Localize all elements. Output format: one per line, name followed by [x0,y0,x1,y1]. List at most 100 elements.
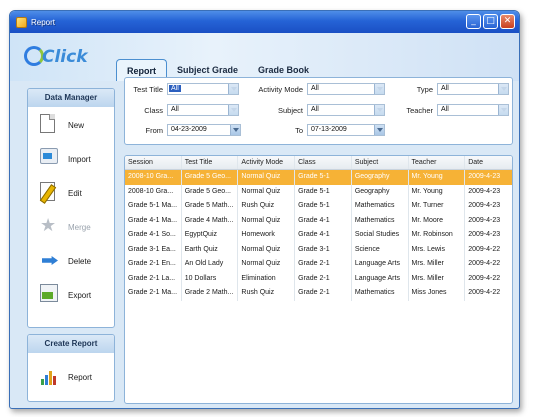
table-row[interactable]: 2008-10 Gra... Grade 5 Geo... Normal Quiz G… [125,184,512,199]
new-document-icon [40,114,55,133]
activity-mode-select[interactable]: All [307,83,385,95]
column-header-test-title[interactable]: Test Title [182,156,239,169]
logo: Click [20,43,100,73]
table-cell: Mr. Robinson [409,228,466,243]
import-button[interactable]: Import [28,143,114,175]
table-cell: Mr. Turner [409,199,466,214]
edit-button[interactable]: Edit [28,177,114,209]
table-cell: Grade 5-1 [295,184,352,199]
table-cell: Mathematics [352,199,409,214]
table-cell: Grade 4-1 Ma... [125,213,182,228]
export-icon [40,284,58,302]
close-button[interactable]: ✕ [500,14,515,29]
class-label: Class [144,106,163,115]
filter-panel: Test Title All Activity Mode All Type Al… [124,77,513,145]
type-value: All [441,85,449,92]
title-bar[interactable]: Report _ □ ✕ [10,11,519,33]
table-cell: 2009-4-22 [468,245,501,253]
table-row[interactable]: Grade 5-1 Ma... Grade 5 Math... Rush Quiz G… [125,199,512,214]
column-header-activity-mode[interactable]: Activity Mode [238,156,296,169]
header-banner: Click Report Subject Grade Grade Book [10,33,519,81]
table-cell: Grade 5 Math... [182,199,239,214]
table-cell: Grade 5-1 [295,199,352,214]
table-cell: Earth Quiz [182,242,239,257]
table-cell: 10 Dollars [182,271,239,286]
table-cell: Grade 3-1 Ea... [125,242,182,257]
logo-ring-icon [24,46,44,66]
table-row[interactable]: Grade 4-1 So... EgyptQuiz Homework Grade 4-… [125,228,512,243]
chevron-down-icon [374,84,384,94]
table-cell: Mathematics [352,213,409,228]
table-cell: 2009-4-22 [468,289,501,296]
table-cell: Geography [352,184,409,199]
app-icon [16,16,27,28]
report-button[interactable]: Report [28,361,114,393]
import-label: Import [68,154,91,164]
table-cell: Grade 4-1 [295,228,352,243]
merge-label: Merge [68,222,91,232]
export-button[interactable]: Export [28,279,114,311]
data-manager-title: Data Manager [28,89,114,107]
table-cell: Elimination [238,271,296,286]
teacher-select[interactable]: All [437,104,509,116]
report-table: Session Test Title Activity Mode Class S… [124,155,513,404]
from-date-picker[interactable]: 04-23-2009 [167,124,241,136]
new-button[interactable]: New [28,109,114,141]
edit-pencil-icon [40,182,55,201]
table-cell: Normal Quiz [238,170,296,185]
class-value: All [171,106,179,113]
table-cell: Grade 5 Geo... [182,184,239,199]
merge-button[interactable]: ★ Merge [28,211,114,243]
new-label: New [68,120,85,130]
table-cell: 2008-10 Gra... [125,184,182,199]
type-label: Type [416,85,433,94]
column-header-subject[interactable]: Subject [352,156,409,169]
class-select[interactable]: All [167,104,239,116]
teacher-value: All [441,106,449,113]
subject-select[interactable]: All [307,104,385,116]
data-manager-panel: Data Manager New Import Edit ★ Merge Del… [27,88,115,328]
table-cell: An Old Lady [182,257,239,272]
table-cell: 2009-4-23 [468,216,501,224]
table-cell: 2009-4-22 [468,260,501,267]
table-cell: Social Studies [352,228,409,243]
table-row[interactable]: Grade 2-1 Ma... Grade 2 Math... Rush Quiz G… [125,286,512,301]
import-icon [40,148,58,164]
chevron-down-icon [230,125,240,135]
table-cell: Rush Quiz [238,286,296,301]
delete-button[interactable]: Delete [28,245,114,277]
test-title-label: Test Title [133,85,163,94]
activity-mode-value: All [311,85,319,92]
table-row[interactable]: Grade 3-1 Ea... Earth Quiz Normal Quiz Grad… [125,242,512,257]
table-cell: Miss Jones [409,286,466,301]
chevron-down-icon [228,84,238,94]
table-cell: Grade 2-1 En... [125,257,182,272]
table-row[interactable]: Grade 2-1 La... 10 Dollars Elimination Grad… [125,271,512,286]
table-cell: Mrs. Lewis [409,242,466,257]
table-cell: Grade 2-1 Ma... [125,286,182,301]
chevron-down-icon [498,84,508,94]
table-cell: Mathematics [352,286,409,301]
test-title-select[interactable]: All [167,83,239,95]
sidebar: Data Manager New Import Edit ★ Merge Del… [27,88,115,402]
to-label: To [295,126,303,135]
table-row[interactable]: Grade 2-1 En... An Old Lady Normal Quiz Gra… [125,257,512,272]
table-row[interactable]: Grade 4-1 Ma... Grade 4 Math... Normal Qui… [125,213,512,228]
table-cell: EgyptQuiz [182,228,239,243]
type-select[interactable]: All [437,83,509,95]
minimize-button[interactable]: _ [466,14,481,29]
table-cell: Grade 3-1 [295,242,352,257]
table-cell: 2009-4-23 [468,231,501,238]
maximize-button[interactable]: □ [483,14,498,29]
table-cell: 2009-4-23 [468,187,501,195]
column-header-session[interactable]: Session [125,156,182,169]
table-cell: Grade 4-1 So... [125,228,182,243]
table-cell: Grade 2 Math... [182,286,239,301]
table-cell: Mr. Young [409,170,466,185]
table-cell: Mr. Moore [409,213,466,228]
to-date-picker[interactable]: 07-13-2009 [307,124,385,136]
column-header-teacher[interactable]: Teacher [409,156,466,169]
column-header-class[interactable]: Class [295,156,352,169]
table-row[interactable]: 2008-10 Gra... Grade 5 Geo... Normal Quiz G… [125,170,512,185]
column-header-date[interactable]: Date [465,156,512,169]
